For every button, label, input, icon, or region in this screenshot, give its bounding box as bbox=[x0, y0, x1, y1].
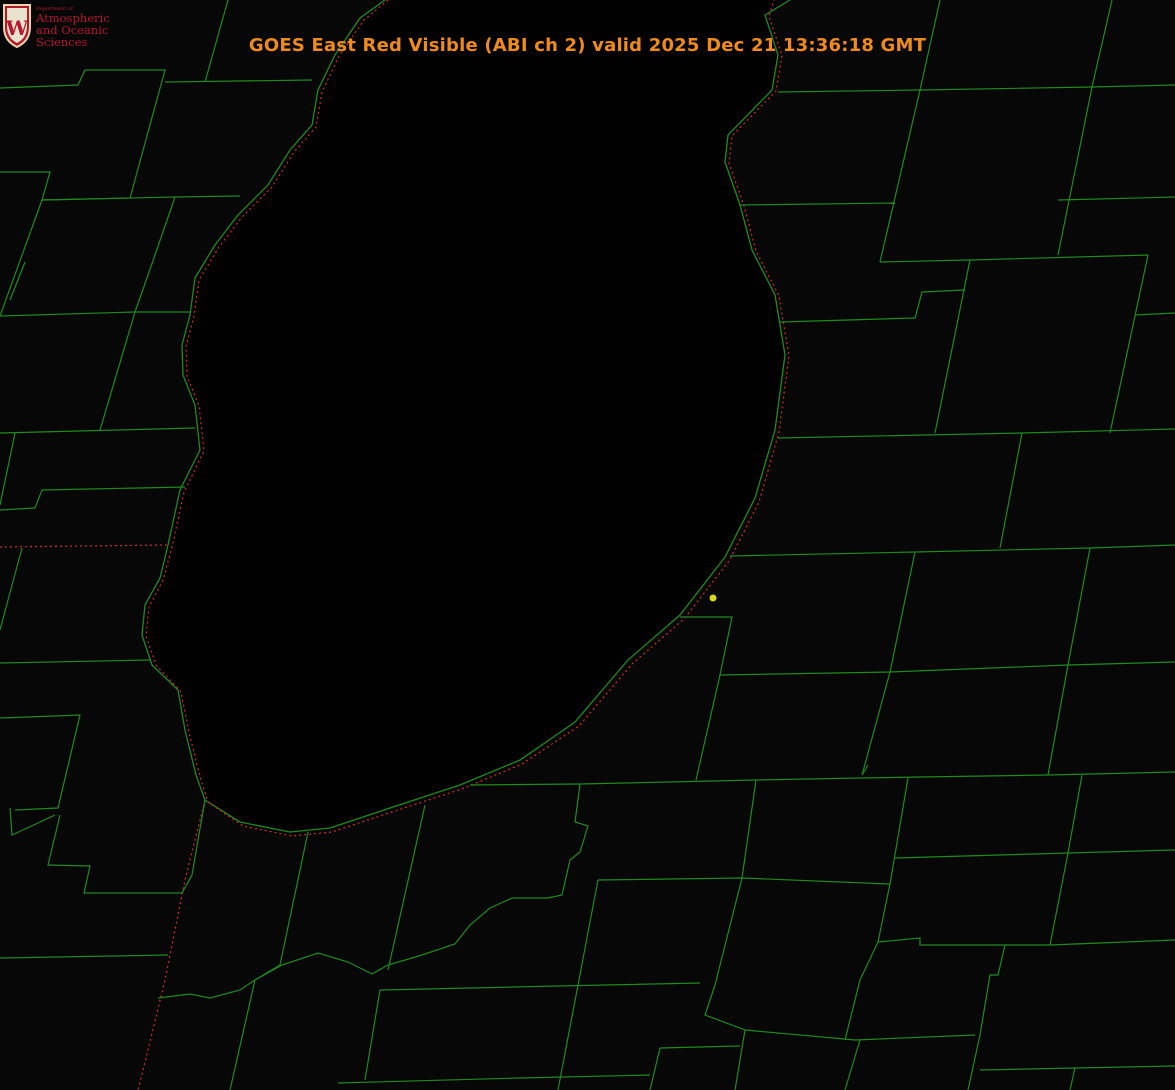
location-marker bbox=[709, 594, 717, 602]
image-title: GOES East Red Visible (ABI ch 2) valid 2… bbox=[248, 35, 927, 56]
satellite-map bbox=[0, 0, 1175, 1090]
